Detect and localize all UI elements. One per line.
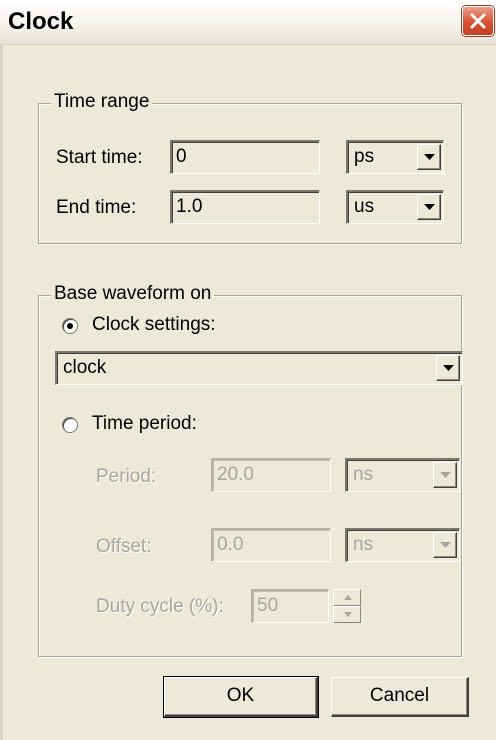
clock-settings-dropdown-button[interactable] [436, 355, 460, 381]
end-time-unit-value: us [354, 196, 375, 217]
start-time-unit-value: ps [354, 146, 375, 167]
period-label: Period: [96, 466, 157, 487]
chevron-down-icon [424, 204, 435, 210]
duty-cycle-field[interactable]: 50 [251, 589, 329, 623]
time-range-title: Time range [51, 91, 153, 113]
end-time-value: 1.0 [176, 196, 203, 217]
radio-selected-dot [67, 323, 73, 329]
chevron-down-icon [440, 542, 451, 548]
end-time-unit-select[interactable]: us [346, 190, 444, 224]
clock-settings-radio[interactable] [62, 318, 78, 334]
close-button[interactable] [462, 6, 494, 36]
time-period-radio[interactable] [62, 417, 78, 433]
window-title: Clock [8, 8, 74, 35]
ok-button[interactable]: OK [163, 676, 319, 718]
offset-label: Offset: [96, 536, 152, 557]
clock-settings-value: clock [63, 357, 107, 378]
period-unit-value: ns [353, 464, 374, 485]
offset-value: 0.0 [217, 534, 244, 555]
time-period-label[interactable]: Time period: [92, 413, 197, 435]
offset-unit-value: ns [353, 534, 374, 555]
duty-cycle-label: Duty cycle (%): [96, 596, 224, 617]
spin-down-button[interactable] [333, 606, 361, 623]
start-unit-dropdown-button[interactable] [417, 144, 441, 170]
offset-unit-select[interactable]: ns [345, 528, 460, 562]
cancel-button[interactable]: Cancel [331, 677, 469, 717]
duty-cycle-value: 50 [257, 595, 279, 616]
close-icon [470, 13, 486, 29]
chevron-down-icon [443, 365, 454, 371]
chevron-down-icon [440, 472, 451, 478]
start-time-unit-select[interactable]: ps [346, 140, 444, 174]
spin-up-button[interactable] [333, 589, 361, 606]
window-left-border [0, 44, 3, 740]
end-time-field[interactable]: 1.0 [170, 190, 320, 224]
end-time-label: End time: [56, 197, 137, 218]
base-waveform-title: Base waveform on [51, 283, 215, 305]
offset-unit-dropdown-button[interactable] [433, 532, 457, 558]
start-time-label: Start time: [56, 147, 143, 168]
chevron-down-icon [344, 612, 352, 617]
period-field[interactable]: 20.0 [211, 458, 331, 492]
start-time-value: 0 [176, 146, 187, 167]
period-unit-select[interactable]: ns [345, 458, 460, 492]
title-bar[interactable]: Clock [0, 0, 496, 45]
period-value: 20.0 [217, 464, 254, 485]
clock-settings-label[interactable]: Clock settings: [92, 314, 216, 336]
clock-dialog: Clock Time range Start time: 0 ps End ti… [0, 0, 496, 740]
chevron-down-icon [424, 154, 435, 160]
clock-settings-select[interactable]: clock [55, 351, 463, 385]
duty-cycle-spinner[interactable] [333, 589, 361, 623]
chevron-up-icon [344, 595, 352, 600]
period-unit-dropdown-button[interactable] [433, 462, 457, 488]
start-time-field[interactable]: 0 [170, 140, 320, 174]
offset-field[interactable]: 0.0 [211, 528, 331, 562]
end-unit-dropdown-button[interactable] [417, 194, 441, 220]
